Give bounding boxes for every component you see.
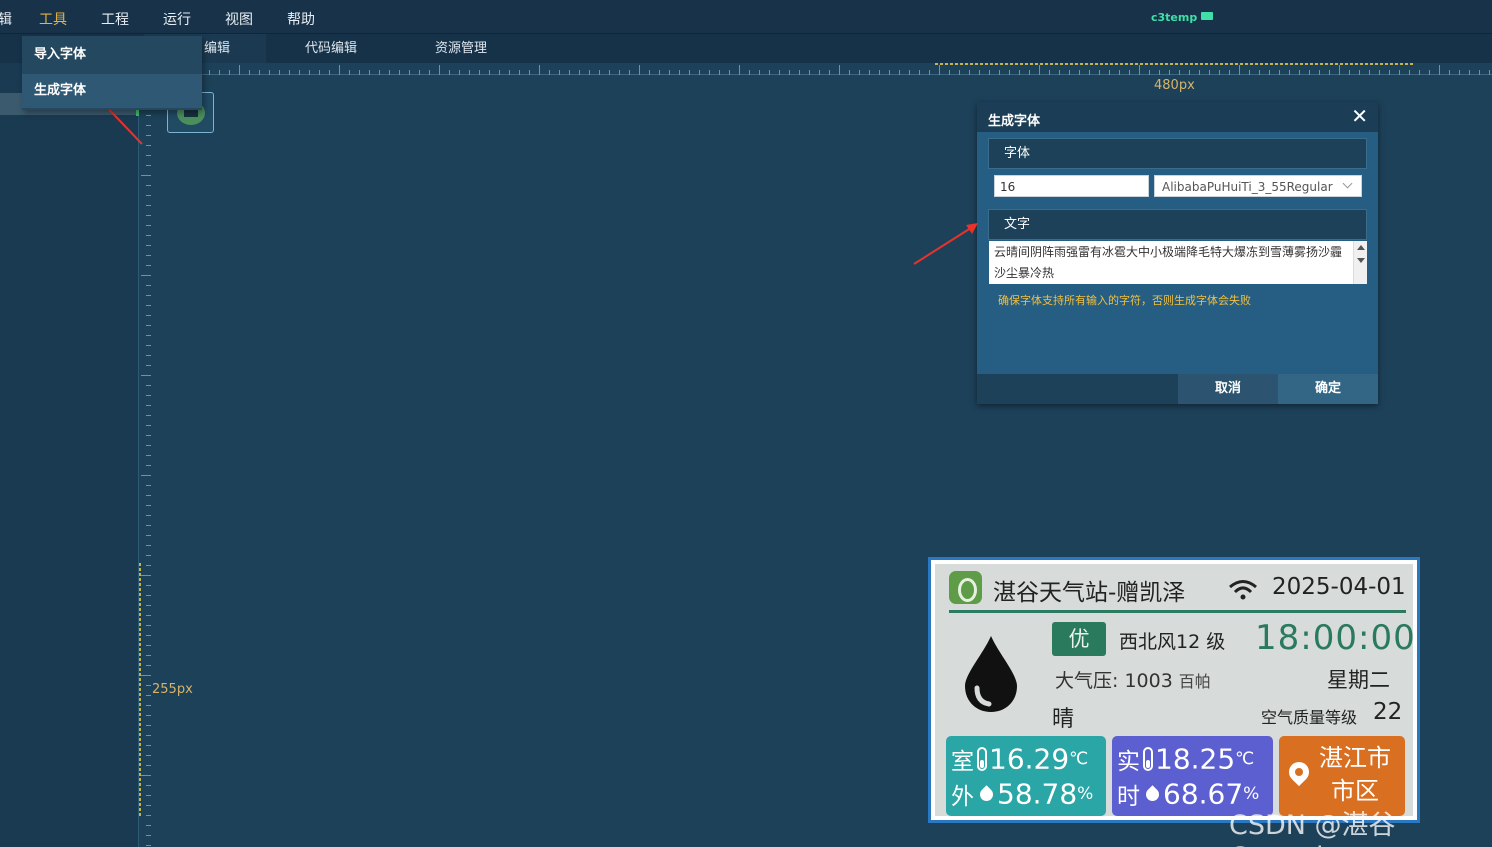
cancel-button[interactable]: 取消 xyxy=(1178,374,1278,404)
characters-text: 云晴间阴阵雨强雷有冰雹大中小极端降毛特大爆冻到雪薄雾扬沙霾沙尘暴冷热 xyxy=(994,245,1343,280)
dialog-title: 生成字体 xyxy=(988,114,1041,129)
humidity-icon xyxy=(1143,784,1162,804)
textarea-scrollbar[interactable] xyxy=(1353,241,1367,284)
characters-textarea[interactable]: 云晴间阴阵雨强雷有冰雹大中小极端降毛特大爆冻到雪薄雾扬沙霾沙尘暴冷热 xyxy=(989,241,1367,284)
preview-screen: 湛谷天气站-赠凯泽 2025-04-01 优 西北风12 级 18:00:00 … xyxy=(935,564,1416,816)
realtime-label-1: 实 xyxy=(1117,749,1140,775)
menu-item-generate-font[interactable]: 生成字体 xyxy=(22,74,202,108)
aqi-value: 22 xyxy=(1373,699,1403,725)
wind-text: 西北风12 级 xyxy=(1119,631,1226,653)
weather-preview[interactable]: 湛谷天气站-赠凯泽 2025-04-01 优 西北风12 级 18:00:00 … xyxy=(928,557,1420,823)
header-divider xyxy=(949,610,1406,613)
menu-project[interactable]: 工程 xyxy=(101,9,129,29)
font-family-value: AlibabaPuHuiTi_3_55Regular xyxy=(1162,180,1333,194)
outdoor-label-2: 外 xyxy=(951,784,974,810)
chevron-down-icon xyxy=(1342,178,1353,189)
font-section-header: 字体 xyxy=(988,138,1367,169)
realtime-label-2: 时 xyxy=(1117,784,1140,810)
thermometer-icon xyxy=(977,747,987,771)
date-text: 2025-04-01 xyxy=(1272,574,1406,600)
menu-help[interactable]: 帮助 xyxy=(287,9,315,29)
scroll-down-icon[interactable] xyxy=(1357,258,1365,263)
menu-view[interactable]: 视图 xyxy=(225,9,253,29)
project-name-label: c3temp xyxy=(1151,11,1198,24)
horizontal-ruler-ticks xyxy=(139,63,1490,75)
menu-edit[interactable]: 辑 xyxy=(0,9,12,29)
realtime-temp: 18.25 xyxy=(1155,742,1236,776)
pressure-value: 大气压: 1003 xyxy=(1055,670,1173,692)
station-logo-icon xyxy=(949,571,982,604)
vertical-ruler xyxy=(139,75,151,847)
menu-run[interactable]: 运行 xyxy=(163,9,191,29)
confirm-button[interactable]: 确定 xyxy=(1278,374,1378,404)
dialog-footer: 取消 确定 xyxy=(977,374,1378,404)
location-text: 湛江市市区 xyxy=(1319,744,1391,805)
water-drop-icon xyxy=(965,636,1017,712)
editor-tab-bar: 编辑 代码编辑 资源管理 xyxy=(0,34,1492,63)
weekday-text: 星期二 xyxy=(1327,668,1390,692)
outdoor-temp-unit: ℃ xyxy=(1069,749,1089,769)
realtime-hum-unit: % xyxy=(1243,784,1260,804)
location-pin-icon xyxy=(1284,757,1314,787)
font-family-select[interactable]: AlibabaPuHuiTi_3_55Regular xyxy=(1154,175,1362,197)
menu-item-import-font[interactable]: 导入字体 xyxy=(22,38,202,72)
thermometer-icon xyxy=(1143,747,1153,771)
pressure-unit: 百帕 xyxy=(1178,672,1211,691)
wifi-icon xyxy=(1229,580,1257,600)
tab-resource-manager[interactable]: 资源管理 xyxy=(435,34,487,63)
warning-text: 确保字体支持所有输入的字符，否则生成字体会失败 xyxy=(998,294,1251,307)
pressure-text: 大气压: 1003 百帕 xyxy=(1055,666,1211,693)
annotation-arrow-dialog xyxy=(913,223,978,265)
ruler-width-label: 480px xyxy=(1154,78,1195,93)
project-name: c3temp xyxy=(1151,11,1214,24)
font-size-input[interactable]: 16 xyxy=(994,175,1149,197)
outdoor-temp: 16.29 xyxy=(989,742,1070,776)
aqi-badge: 优 xyxy=(1052,622,1106,656)
realtime-temp-row: 实 18.25℃ xyxy=(1117,742,1254,778)
tab-code-edit[interactable]: 代码编辑 xyxy=(305,34,357,63)
outdoor-hum-unit: % xyxy=(1077,784,1094,804)
text-section-header: 文字 xyxy=(988,209,1367,240)
menu-tools[interactable]: 工具 xyxy=(39,9,67,29)
scroll-up-icon[interactable] xyxy=(1357,245,1365,250)
weather-condition: 晴 xyxy=(1052,707,1075,732)
vertical-ruler-ticks xyxy=(139,75,151,846)
outdoor-label-1: 室 xyxy=(951,749,974,775)
folder-icon xyxy=(1201,12,1214,20)
close-icon[interactable]: ✕ xyxy=(1351,106,1368,126)
time-text: 18:00:00 xyxy=(1255,618,1416,658)
horizontal-ruler xyxy=(139,63,1492,75)
outdoor-humidity: 58.78 xyxy=(997,777,1078,811)
left-panel xyxy=(0,63,139,847)
outdoor-hum-row: 外 58.78% xyxy=(951,777,1093,813)
realtime-temp-unit: ℃ xyxy=(1235,749,1255,769)
ruler-height-label: 255px xyxy=(152,682,193,697)
outdoor-temp-row: 室 16.29℃ xyxy=(951,742,1088,778)
outdoor-card: 室 16.29℃ 外 58.78% xyxy=(946,736,1106,816)
aqi-label: 空气质量等级 xyxy=(1261,708,1358,727)
menu-bar: 辑 工具 工程 运行 视图 帮助 c3temp xyxy=(0,0,1492,34)
generate-font-dialog: 生成字体 ✕ 字体 16 AlibabaPuHuiTi_3_55Regular … xyxy=(977,102,1378,404)
station-title: 湛谷天气站-赠凯泽 xyxy=(993,580,1186,606)
dialog-title-bar: 生成字体 ✕ xyxy=(977,102,1378,132)
csdn-watermark: CSDN @湛谷Gooyuit xyxy=(1229,810,1396,847)
tools-dropdown: 导入字体 生成字体 xyxy=(22,36,202,110)
humidity-icon xyxy=(977,784,996,804)
